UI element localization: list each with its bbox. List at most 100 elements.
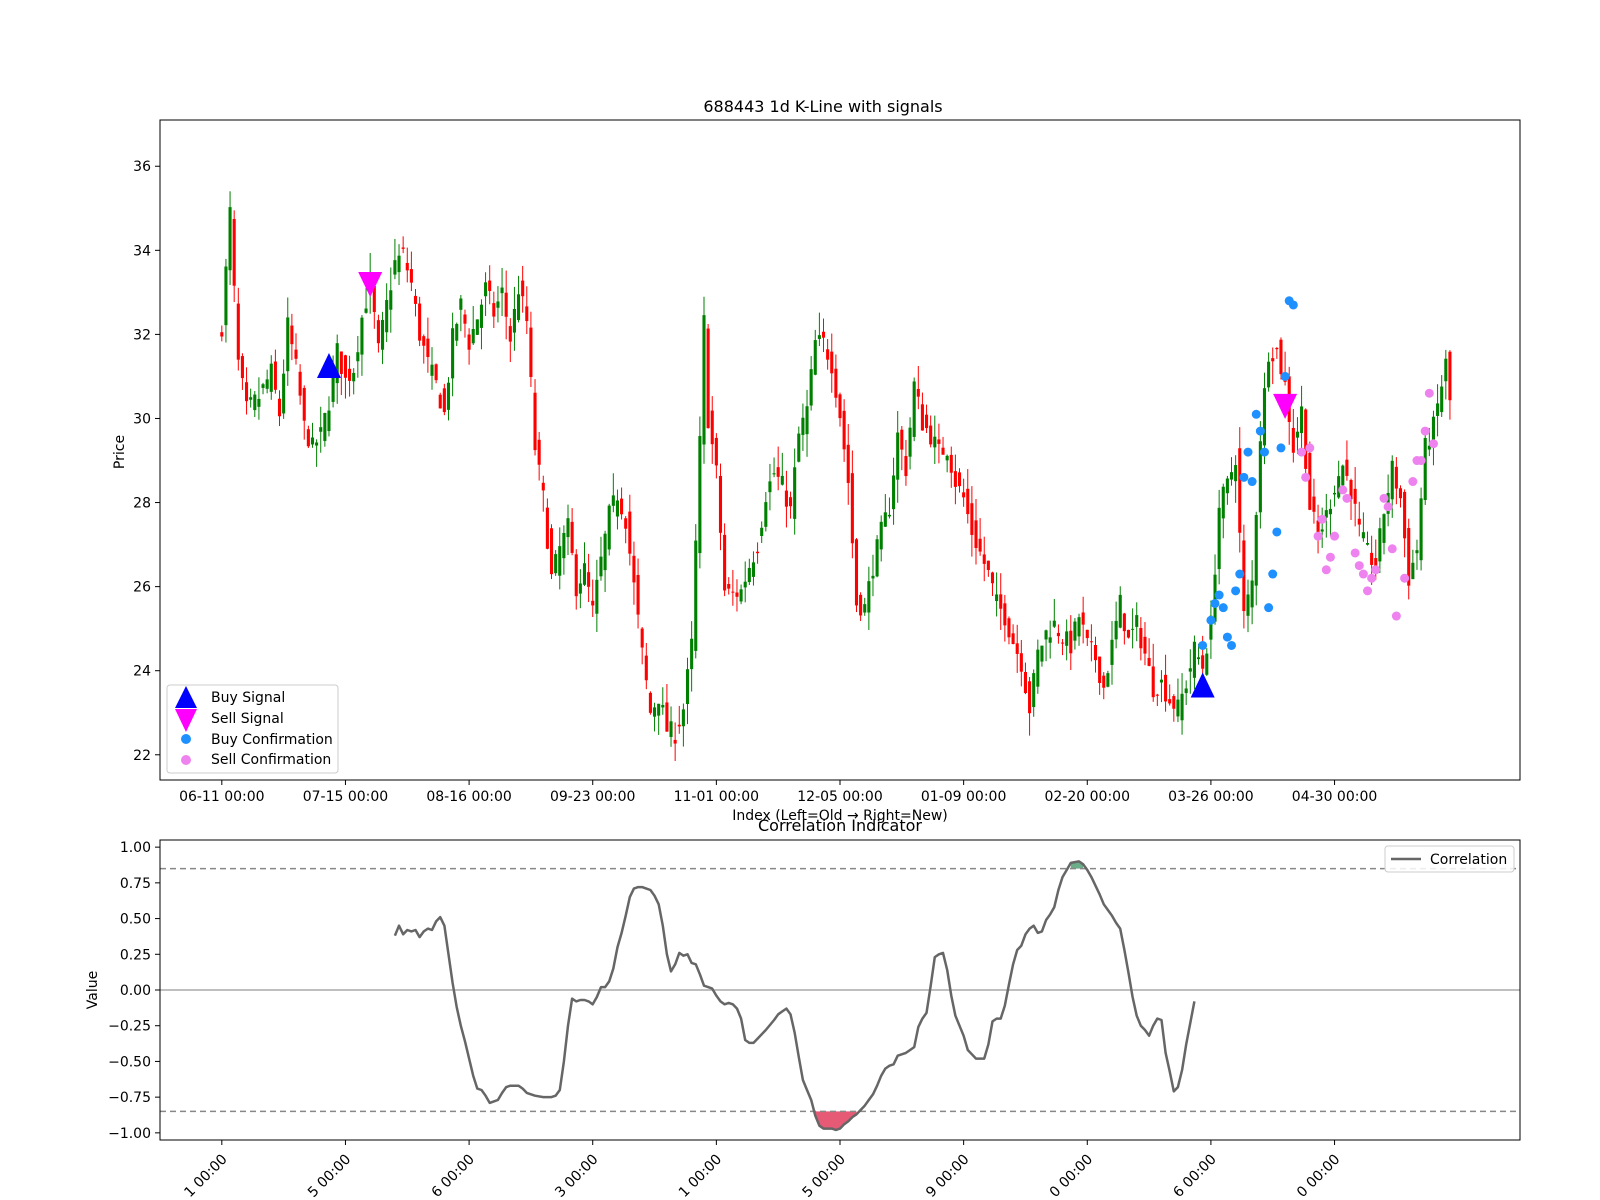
candle-body bbox=[607, 505, 611, 550]
candle-body bbox=[1246, 594, 1250, 616]
candle-body bbox=[871, 575, 875, 579]
candle-body bbox=[863, 604, 867, 613]
candle-body bbox=[591, 600, 595, 606]
candle-body bbox=[710, 410, 714, 445]
candle-body bbox=[521, 280, 525, 297]
correlation-xtick-label: 6 00:00 bbox=[429, 1152, 478, 1200]
candle-body bbox=[1069, 630, 1073, 654]
candle-body bbox=[228, 207, 232, 271]
candle-body bbox=[409, 269, 413, 283]
candle-body bbox=[1403, 491, 1407, 539]
correlation-xtick-label: 1 00:00 bbox=[181, 1152, 230, 1200]
kline-xtick-label: 08-16 00:00 bbox=[426, 789, 511, 805]
candle-body bbox=[1275, 347, 1279, 350]
candle-body bbox=[1378, 528, 1382, 562]
sell-confirmation-point bbox=[1387, 544, 1397, 554]
buy-confirmation-point bbox=[1276, 443, 1286, 453]
candle-body bbox=[1448, 351, 1452, 401]
candle-body bbox=[1201, 655, 1205, 669]
candle-body bbox=[962, 492, 966, 498]
candle-body bbox=[442, 388, 446, 413]
candle-body bbox=[265, 379, 269, 389]
sell-confirmation-point bbox=[1342, 493, 1352, 503]
candle-body bbox=[319, 427, 323, 432]
sell-signal-marker bbox=[358, 271, 383, 297]
candle-body bbox=[298, 371, 302, 396]
candle-body bbox=[339, 351, 343, 374]
candle-body bbox=[562, 533, 566, 559]
candle-body bbox=[282, 373, 286, 414]
candle-body bbox=[875, 539, 879, 577]
candle-body bbox=[925, 414, 929, 429]
candle-body bbox=[269, 363, 273, 392]
sell-confirmation-point bbox=[1367, 573, 1377, 583]
correlation-reference-lines bbox=[160, 867, 1520, 1113]
candle-body bbox=[1028, 681, 1032, 714]
candle-body bbox=[1419, 498, 1423, 561]
sell-confirmation-point bbox=[1325, 552, 1335, 562]
candle-body bbox=[1122, 613, 1126, 632]
candle-body bbox=[1135, 615, 1139, 627]
candle-body bbox=[706, 328, 710, 429]
candle-body bbox=[315, 442, 319, 446]
buy-confirmation-point bbox=[1218, 603, 1228, 613]
kline-plot-frame bbox=[159, 119, 1521, 781]
candle-body bbox=[249, 397, 253, 400]
candle-body bbox=[529, 327, 533, 377]
candle-body bbox=[484, 282, 488, 297]
candle-body bbox=[479, 304, 483, 328]
candle-body bbox=[261, 384, 265, 388]
candle-body bbox=[603, 533, 607, 571]
candle-body bbox=[451, 328, 455, 379]
candle-body bbox=[842, 410, 846, 450]
candle-body bbox=[764, 502, 768, 527]
candle-body bbox=[582, 563, 587, 585]
sell-confirmation-point bbox=[1428, 439, 1438, 449]
buy-confirmation-point bbox=[1214, 590, 1224, 600]
candle-body bbox=[714, 437, 718, 466]
buy-confirmation-point bbox=[1259, 447, 1269, 457]
legend-correlation-label: Correlation bbox=[1430, 852, 1507, 868]
buy-confirmation-point bbox=[1231, 586, 1241, 596]
candle-body bbox=[286, 317, 290, 372]
candle-body bbox=[512, 308, 516, 333]
candle-body bbox=[801, 417, 805, 435]
candle-body bbox=[999, 594, 1003, 609]
candle-body bbox=[620, 498, 624, 515]
candle-body bbox=[1032, 673, 1036, 708]
candle-body bbox=[1073, 621, 1077, 641]
candle-body bbox=[624, 518, 628, 529]
candle-body bbox=[1328, 508, 1332, 515]
candle-body bbox=[1131, 628, 1135, 630]
correlation-ytick-label: −0.50 bbox=[108, 1054, 151, 1070]
correlation-ytick-label: 0.00 bbox=[120, 983, 151, 999]
candle-body bbox=[1040, 645, 1044, 662]
candle-body bbox=[1238, 448, 1242, 533]
candle-body bbox=[224, 266, 228, 326]
candle-body bbox=[1143, 636, 1147, 654]
kline-title: 688443 1d K-Line with signals bbox=[703, 97, 942, 116]
candle-body bbox=[887, 514, 891, 517]
candle-body bbox=[702, 315, 706, 445]
candle-body bbox=[1081, 612, 1085, 625]
candle-body bbox=[854, 539, 859, 606]
candle-body bbox=[747, 567, 751, 583]
buy-confirmation-point bbox=[1255, 426, 1265, 436]
candle-body bbox=[879, 521, 883, 550]
candle-body bbox=[385, 300, 389, 333]
sell-confirmation-point bbox=[1317, 514, 1327, 524]
buy-confirmation-point bbox=[1222, 632, 1232, 642]
candle-body bbox=[1345, 459, 1349, 476]
kline-xtick-label: 12-05 00:00 bbox=[797, 789, 882, 805]
candle-body bbox=[475, 319, 479, 335]
candle-body bbox=[1370, 552, 1374, 565]
sell-confirmation-point bbox=[1416, 456, 1426, 466]
candle-body bbox=[438, 394, 442, 409]
buy-confirmation-point bbox=[1288, 300, 1298, 310]
kline-ytick-label: 28 bbox=[133, 496, 151, 512]
candle-body bbox=[541, 482, 545, 491]
sell-confirmation-point bbox=[1305, 443, 1315, 453]
candle-body bbox=[1164, 674, 1168, 702]
candle-body bbox=[1003, 603, 1007, 626]
sell-confirmation-point bbox=[1321, 565, 1331, 575]
